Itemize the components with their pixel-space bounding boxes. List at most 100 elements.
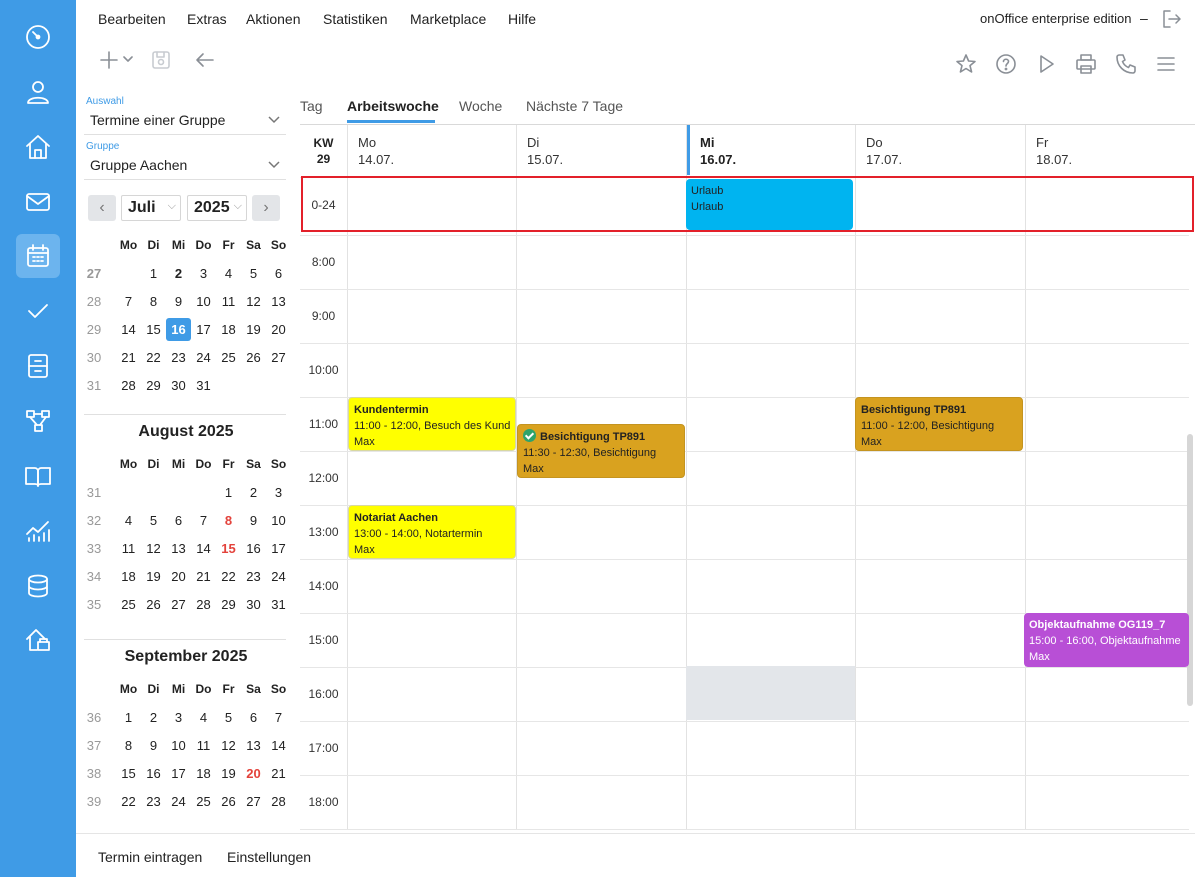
add-appointment-button[interactable]: Termin eintragen (98, 849, 202, 865)
menu-extras[interactable]: Extras (187, 11, 227, 27)
calendar-day[interactable]: 24 (266, 569, 291, 584)
calendar-day[interactable]: 14 (191, 541, 216, 556)
calendar-day[interactable]: 6 (166, 513, 191, 528)
add-icon[interactable] (97, 48, 121, 72)
next-month-button[interactable]: › (252, 195, 280, 221)
calendar-day[interactable]: 5 (216, 710, 241, 725)
week-number[interactable]: 35 (84, 597, 104, 612)
logout-icon[interactable] (1161, 8, 1183, 30)
group-select[interactable]: Gruppe Aachen (90, 157, 187, 173)
check-icon[interactable] (16, 289, 60, 333)
calendar-day[interactable]: 18 (216, 322, 241, 337)
process-icon[interactable] (16, 399, 60, 443)
calendar-day[interactable]: 10 (166, 738, 191, 753)
menu-statistiken[interactable]: Statistiken (323, 11, 388, 27)
calendar-day[interactable]: 17 (191, 322, 216, 337)
calendar-day[interactable]: 16 (166, 318, 191, 341)
calendar-day[interactable]: 27 (266, 350, 291, 365)
calendar-day[interactable]: 26 (141, 597, 166, 612)
calendar-day[interactable]: 24 (166, 794, 191, 809)
calendar-day[interactable]: 6 (266, 266, 291, 281)
calendar-day[interactable]: 11 (191, 738, 216, 753)
mail-icon[interactable] (16, 180, 60, 224)
calendar-day[interactable]: 12 (216, 738, 241, 753)
calendar-day[interactable]: 16 (141, 766, 166, 781)
selection-select[interactable]: Termine einer Gruppe (90, 112, 225, 128)
book-icon[interactable] (16, 454, 60, 498)
day-header-mo[interactable]: Mo 14.07. (348, 125, 516, 177)
calendar-day[interactable]: 20 (266, 322, 291, 337)
month-select[interactable]: Juli ⌵ (121, 195, 181, 221)
user-icon[interactable] (16, 70, 60, 114)
calendar-day[interactable]: 16 (241, 541, 266, 556)
menu-bearbeiten[interactable]: Bearbeiten (98, 11, 166, 27)
calendar-day[interactable]: 2 (166, 266, 191, 281)
help-icon[interactable] (994, 52, 1018, 76)
calendar-day[interactable]: 14 (266, 738, 291, 753)
calendar-day[interactable]: 21 (116, 350, 141, 365)
calendar-day[interactable]: 10 (191, 294, 216, 309)
calendar-day[interactable]: 1 (116, 710, 141, 725)
calendar-day[interactable]: 21 (266, 766, 291, 781)
calendar-day[interactable]: 23 (241, 569, 266, 584)
calendar-day[interactable]: 9 (166, 294, 191, 309)
calendar-day[interactable]: 1 (141, 266, 166, 281)
calendar-day[interactable]: 4 (116, 513, 141, 528)
calendar-day[interactable]: 13 (241, 738, 266, 753)
calendar-day[interactable]: 19 (241, 322, 266, 337)
week-number[interactable]: 36 (84, 710, 104, 725)
event-besichtigung-do[interactable]: Besichtigung TP891 11:00 - 12:00, Besich… (855, 397, 1023, 451)
calendar-day[interactable]: 18 (116, 569, 141, 584)
calendar-day[interactable]: 4 (191, 710, 216, 725)
calendar-day[interactable]: 7 (191, 513, 216, 528)
tab-arbeitswoche[interactable]: Arbeitswoche (347, 98, 439, 114)
calendar-day[interactable]: 27 (166, 597, 191, 612)
calendar-day[interactable]: 18 (191, 766, 216, 781)
calendar-day[interactable]: 25 (191, 794, 216, 809)
week-number[interactable]: 37 (84, 738, 104, 753)
calendar-day[interactable]: 3 (166, 710, 191, 725)
settings-button[interactable]: Einstellungen (227, 849, 311, 865)
calendar-day[interactable]: 14 (116, 322, 141, 337)
calendar-day[interactable]: 22 (216, 569, 241, 584)
calendar-day[interactable]: 28 (266, 794, 291, 809)
calendar-day[interactable]: 15 (116, 766, 141, 781)
calendar-day[interactable]: 1 (216, 485, 241, 500)
calendar-day[interactable]: 19 (141, 569, 166, 584)
calendar-day[interactable]: 20 (166, 569, 191, 584)
calendar-day[interactable]: 17 (266, 541, 291, 556)
print-icon[interactable] (1074, 52, 1098, 76)
calendar-day[interactable]: 9 (241, 513, 266, 528)
calendar-day[interactable]: 29 (141, 378, 166, 393)
week-number[interactable]: 27 (84, 266, 104, 281)
calendar-day[interactable]: 28 (116, 378, 141, 393)
calendar-day[interactable]: 3 (191, 266, 216, 281)
calendar-day[interactable]: 19 (216, 766, 241, 781)
calendar-day[interactable]: 9 (141, 738, 166, 753)
calendar-day[interactable]: 29 (216, 597, 241, 612)
week-number[interactable]: 31 (84, 485, 104, 500)
week-number[interactable]: 28 (84, 294, 104, 309)
calendar-day[interactable]: 22 (141, 350, 166, 365)
tab-woche[interactable]: Woche (459, 98, 502, 114)
tab-naechste-7-tage[interactable]: Nächste 7 Tage (526, 98, 623, 114)
property-icon[interactable] (16, 618, 60, 662)
tab-tag[interactable]: Tag (300, 98, 323, 114)
calendar-day[interactable]: 26 (241, 350, 266, 365)
day-header-di[interactable]: Di 15.07. (517, 125, 686, 177)
calendar-day[interactable]: 7 (266, 710, 291, 725)
calendar-day[interactable]: 12 (241, 294, 266, 309)
home-icon[interactable] (16, 125, 60, 169)
calendar-day[interactable]: 11 (116, 541, 141, 556)
menu-aktionen[interactable]: Aktionen (246, 11, 300, 27)
week-number[interactable]: 38 (84, 766, 104, 781)
calendar-icon[interactable] (16, 234, 60, 278)
calendar-day[interactable]: 13 (166, 541, 191, 556)
week-number[interactable]: 31 (84, 378, 104, 393)
calendar-day[interactable]: 7 (116, 294, 141, 309)
hamburger-menu-icon[interactable] (1154, 52, 1178, 76)
calendar-day[interactable]: 25 (216, 350, 241, 365)
calendar-day[interactable]: 15 (141, 322, 166, 337)
menu-hilfe[interactable]: Hilfe (508, 11, 536, 27)
calendar-day[interactable]: 31 (191, 378, 216, 393)
